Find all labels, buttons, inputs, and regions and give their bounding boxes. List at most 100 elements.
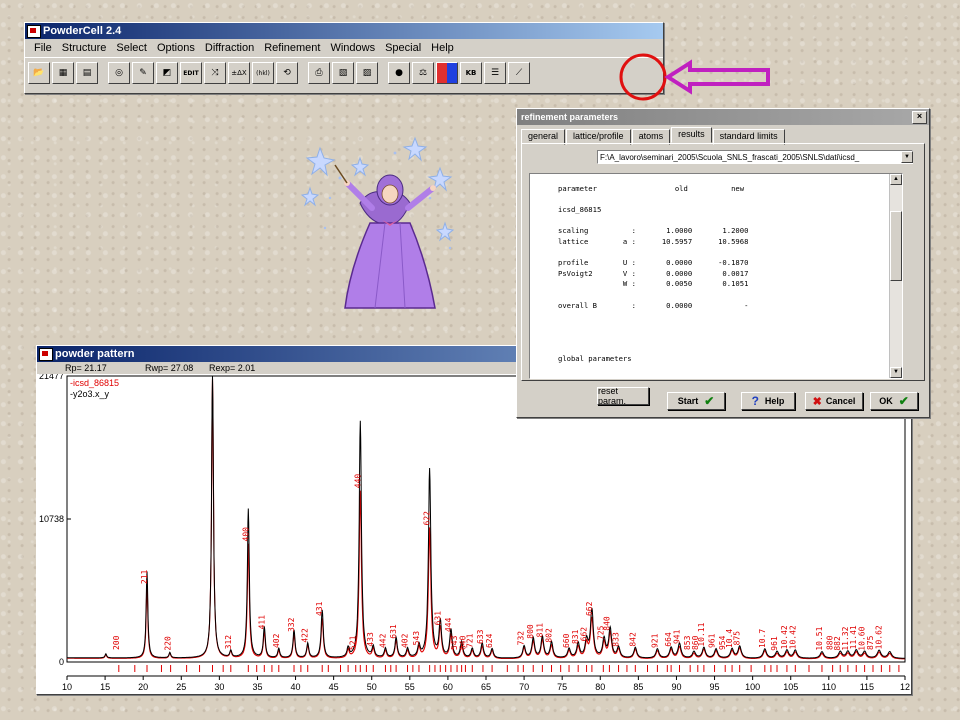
x-tick-label: 75: [557, 682, 567, 692]
hkl-label: 921: [650, 633, 659, 648]
stack-icon[interactable]: ☰: [484, 62, 506, 84]
refinement-titlebar: refinement parameters ×: [517, 109, 929, 125]
app-icon: [27, 25, 41, 38]
tab-results[interactable]: results: [671, 127, 712, 143]
rp-value: Rp= 21.17: [65, 363, 107, 373]
hkl-label: 402: [272, 633, 281, 648]
clipboard-icon[interactable]: ▤: [76, 62, 98, 84]
x-tick-label: 90: [671, 682, 681, 692]
print-preview-icon[interactable]: ▧: [332, 62, 354, 84]
results-text: parameter old new icsd_86815 scaling : 1…: [558, 184, 749, 363]
hkl-label: 10.62: [874, 625, 883, 649]
hkl-label: 440: [353, 474, 362, 489]
kb-icon[interactable]: KB: [460, 62, 482, 84]
help-button[interactable]: ? Help: [741, 392, 795, 410]
delta-icon[interactable]: ±ΔX: [228, 62, 250, 84]
hkl-label: 721: [465, 633, 474, 648]
sphere-icon[interactable]: ●: [388, 62, 410, 84]
menu-windows[interactable]: Windows: [325, 42, 380, 54]
hkl-label: 833: [612, 632, 621, 647]
plot-area: [66, 375, 906, 663]
main-window: PowderCell 2.4 File Structure Select Opt…: [24, 22, 664, 94]
x-tick-label: 100: [745, 682, 760, 692]
hkl-label: 312: [224, 635, 233, 650]
wand-icon[interactable]: ✎: [132, 62, 154, 84]
file-path-select[interactable]: F:\A_lavoro\seminari_2005\Scuola_SNLS_fr…: [597, 150, 913, 164]
export-icon[interactable]: ▨: [356, 62, 378, 84]
ok-label: OK: [879, 396, 893, 406]
save-icon[interactable]: ▦: [52, 62, 74, 84]
start-button[interactable]: Start ✔: [667, 392, 725, 410]
menu-help[interactable]: Help: [426, 42, 459, 54]
hkl-label: 10.51: [815, 626, 824, 650]
scroll-up-icon[interactable]: ▲: [890, 174, 902, 185]
hkl-label: 662: [585, 601, 594, 616]
hkl-label: 802: [545, 628, 554, 643]
balance-icon[interactable]: ⚖: [412, 62, 434, 84]
edit-structure-icon[interactable]: ◩: [156, 62, 178, 84]
scroll-down-icon[interactable]: ▼: [890, 367, 902, 378]
menu-file[interactable]: File: [29, 42, 57, 54]
legend-entry: -icsd_86815: [70, 378, 119, 388]
hkl-label: 622: [423, 511, 432, 526]
refinement-title: refinement parameters: [521, 112, 619, 122]
scroll-thumb[interactable]: [890, 211, 902, 281]
x-tick-label: 70: [519, 682, 529, 692]
hkl-label: 631: [389, 624, 398, 639]
rotate-icon[interactable]: ⟲: [276, 62, 298, 84]
menu-refinement[interactable]: Refinement: [259, 42, 325, 54]
menu-structure[interactable]: Structure: [57, 42, 112, 54]
help-icon: ?: [751, 394, 759, 408]
rwp-value: Rwp= 27.08: [145, 363, 194, 373]
hkl-label: 422: [301, 628, 310, 643]
menu-select[interactable]: Select: [111, 42, 152, 54]
rexp-value: Rexp= 2.01: [209, 363, 256, 373]
hkl-label: 840: [602, 616, 611, 631]
hkl-label: 624: [485, 633, 494, 648]
edit-icon[interactable]: EDIT: [180, 62, 202, 84]
hkl-label: 431: [315, 601, 324, 616]
start-label: Start: [677, 396, 699, 406]
hkl-label: 875: [733, 631, 742, 646]
results-panel: parameter old new icsd_86815 scaling : 1…: [529, 173, 903, 379]
pointer-arrow: [664, 59, 770, 95]
refinement-icon[interactable]: ⟋: [508, 62, 530, 84]
x-tick-label: 12: [900, 682, 910, 692]
highlight-annotation: [619, 53, 770, 101]
hkl-label: 660: [562, 633, 571, 648]
cancel-label: Cancel: [825, 396, 856, 406]
ok-check-icon: ✔: [898, 394, 909, 408]
x-tick-label: 55: [405, 682, 415, 692]
y-tick-label: 10738: [39, 514, 64, 524]
results-scrollbar[interactable]: ▲ ▼: [889, 174, 902, 378]
x-tick-label: 30: [214, 682, 224, 692]
hkl-label: 442: [378, 633, 387, 648]
hkl-icon[interactable]: (hkl): [252, 62, 274, 84]
y-tick-label: 21477: [39, 374, 64, 381]
pattern-window-icon: [39, 348, 53, 361]
menu-special[interactable]: Special: [380, 42, 426, 54]
hkl-label: 961: [708, 633, 717, 648]
reset-param-button[interactable]: reset param.: [597, 386, 649, 406]
menu-diffraction[interactable]: Diffraction: [200, 42, 259, 54]
transform-icon[interactable]: ⤨: [204, 62, 226, 84]
ok-button[interactable]: OK ✔: [870, 392, 918, 410]
hkl-label: 631: [433, 611, 442, 626]
x-tick-label: 40: [291, 682, 301, 692]
print-icon[interactable]: ⎙: [308, 62, 330, 84]
hkl-label: 732: [516, 631, 525, 646]
file-path-dropdown-icon[interactable]: ▼: [901, 151, 913, 163]
close-icon[interactable]: ×: [912, 111, 927, 124]
app-title: PowderCell 2.4: [43, 25, 122, 37]
menu-options[interactable]: Options: [152, 42, 200, 54]
atom-icon[interactable]: ◎: [108, 62, 130, 84]
x-tick-label: 15: [100, 682, 110, 692]
powder-pattern-chart[interactable]: 21477 10738 0 10 15 20 25 30 35 40 45 50 55 60 65 70 75 8…: [37, 374, 911, 694]
hkl-label: 842: [628, 632, 637, 647]
cancel-button[interactable]: ✖ Cancel: [805, 392, 863, 410]
x-tick-label: 20: [138, 682, 148, 692]
x-tick-label: 80: [595, 682, 605, 692]
color-icon[interactable]: [436, 62, 458, 84]
hkl-label: 10.7: [758, 629, 767, 648]
open-icon[interactable]: 📂: [28, 62, 50, 84]
